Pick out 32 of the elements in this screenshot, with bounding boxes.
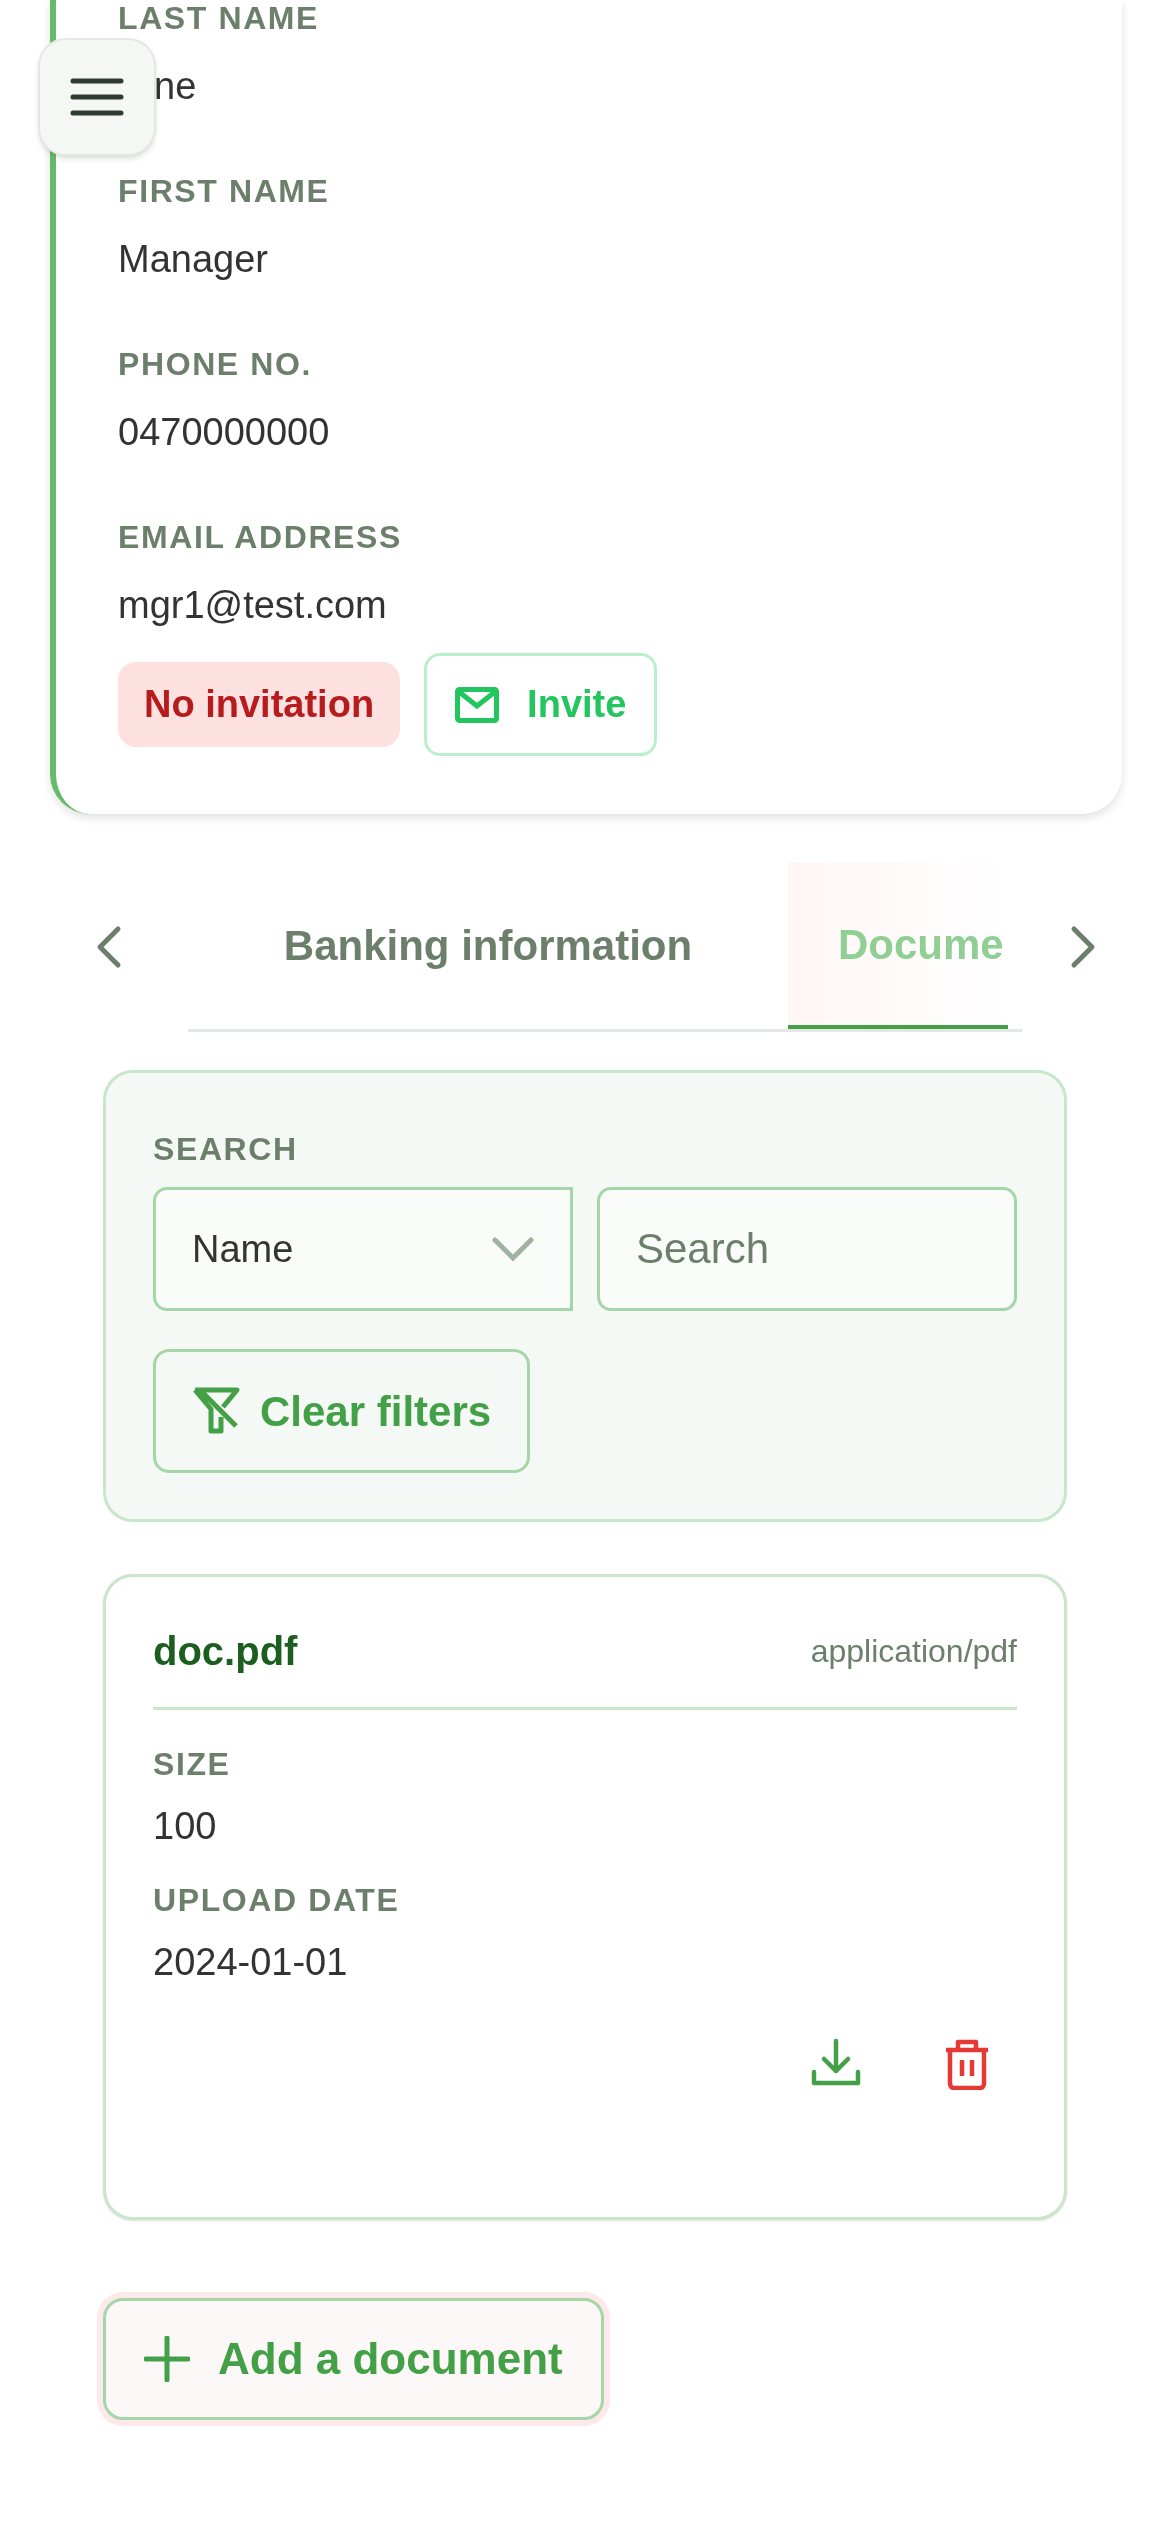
download-icon[interactable] <box>811 2038 861 2088</box>
status-badge: No invitation <box>118 662 401 747</box>
field-value: 2024-01-01 <box>153 1940 349 1985</box>
field-label: SIZE <box>153 1745 232 1784</box>
tab[interactable]: Docume <box>788 862 1008 1029</box>
menu-icon <box>69 77 125 117</box>
document-name: doc.pdf <box>153 1628 298 1675</box>
chevron-down-icon <box>492 1237 534 1261</box>
mail-icon <box>455 686 500 723</box>
plus-icon <box>144 2336 190 2382</box>
filter-off-icon <box>192 1387 240 1435</box>
invite-button[interactable]: Invite <box>424 653 658 756</box>
field-value: mgr1@test.com <box>118 583 387 628</box>
clear-filters-button[interactable]: Clear filters <box>153 1349 531 1473</box>
field-value: Manager <box>118 237 268 282</box>
tab[interactable]: Banking information <box>188 862 788 1029</box>
field-value: 100 <box>153 1804 218 1849</box>
search-label: SEARCH <box>153 1130 299 1169</box>
chevron-right-icon <box>1070 925 1096 969</box>
field-label: EMAIL ADDRESS <box>118 519 402 555</box>
field-label: PHONE NO. <box>118 346 312 382</box>
field-label: FIRST NAME <box>118 173 330 209</box>
field-select[interactable]: Name <box>153 1187 573 1311</box>
field-label: UPLOAD DATE <box>153 1881 401 1920</box>
menu-button[interactable] <box>38 38 156 156</box>
field-value: 0470000000 <box>118 410 330 455</box>
field-label: LAST NAME <box>118 0 320 36</box>
trash-icon[interactable] <box>943 2038 991 2090</box>
chevron-left-icon <box>96 925 122 969</box>
document-type: application/pdf <box>810 1632 1017 1671</box>
search-field[interactable]: Search <box>597 1187 1017 1311</box>
field-value: ne <box>153 64 197 109</box>
